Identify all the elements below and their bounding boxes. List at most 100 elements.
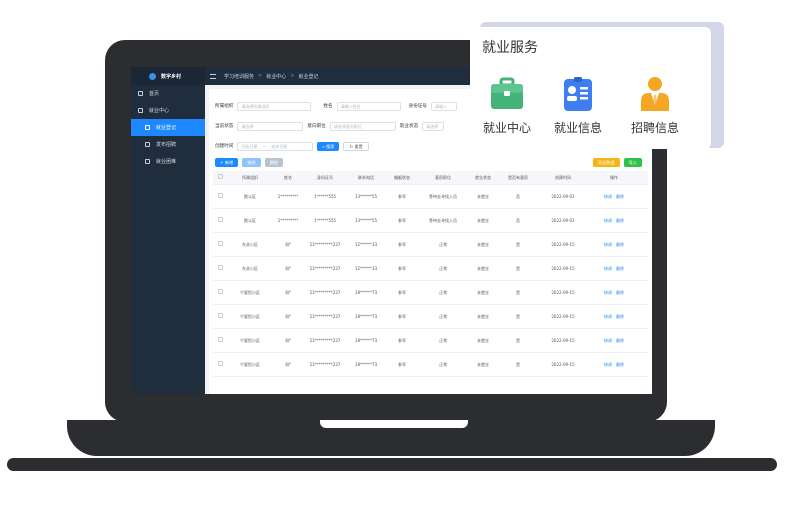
row-edit-link[interactable]: 修改 — [604, 218, 612, 223]
org-select[interactable]: 请选择所属组织 — [237, 101, 312, 111]
row-checkbox[interactable] — [217, 241, 223, 246]
table-row[interactable]: 颜义区 1********* 1******555 13******55 参军 等待去寻找… — [213, 209, 648, 233]
date-separator: ~ — [262, 143, 267, 149]
sidebar-item-label: 就业困难 — [156, 159, 177, 165]
select-all-checkbox[interactable] — [217, 174, 223, 179]
sidebar-item-home[interactable]: 首页 — [131, 85, 205, 102]
cell-name: 测* — [285, 337, 291, 343]
table-row[interactable]: 宁夏铝小区 测* 53*********237 18******73 参军 正常 未就业 是 2… — [213, 305, 648, 329]
row-delete-link[interactable]: 删除 — [616, 194, 624, 199]
sidebar-item-employment-difficulty[interactable]: 就业困难 — [131, 153, 205, 170]
breadcrumb-item[interactable]: 就业中心 — [266, 73, 286, 80]
reset-button[interactable]: ↻ 重置 — [343, 141, 369, 151]
edit-button[interactable]: 修改 — [242, 157, 261, 167]
table-row[interactable]: 颜义区 1********* 1******555 13******55 参军 等待去寻找… — [213, 185, 648, 209]
row-checkbox[interactable] — [217, 193, 223, 198]
row-delete-link[interactable]: 删除 — [616, 338, 624, 343]
cell-emp: 未就业 — [477, 313, 489, 319]
filter-row-3: 创建时间 开始日期 ~ 结束日期 ⌕ 搜索 ↻ 重置 — [215, 139, 373, 153]
cell-id: 53*********237 — [309, 337, 341, 343]
table-row[interactable]: 宁夏铝小区 测* 53*********237 18******73 参军 正常 未就业 是 2… — [213, 281, 648, 305]
column-header: 身份证号 — [317, 174, 333, 180]
breadcrumb-item: 就业登记 — [298, 73, 319, 80]
row-edit-link[interactable]: 修改 — [604, 362, 612, 367]
cell-intent: 正常 — [439, 337, 447, 343]
add-button[interactable]: + 新增 — [215, 157, 239, 167]
cell-will: 否 — [516, 193, 520, 199]
table-row[interactable]: 宁夏铝小区 测* 53*********237 18******73 参军 正常 未就业 是 2… — [213, 329, 648, 353]
row-select-cell — [213, 313, 227, 320]
sidebar-item-employment-register[interactable]: 就业登记 — [131, 119, 205, 136]
row-checkbox[interactable] — [217, 337, 223, 342]
cell-marital: 参军 — [398, 265, 406, 271]
service-recruitment-info[interactable]: 招聘信息 — [620, 75, 690, 136]
row-checkbox[interactable] — [217, 289, 223, 294]
cell-marital: 参军 — [398, 337, 406, 343]
table-row[interactable]: 东关小区 测* 53*********237 12******33 参军 正常 未就业 是 20… — [213, 257, 648, 281]
id-input[interactable]: 请输入 — [430, 101, 457, 111]
cell-name: 测* — [285, 361, 291, 367]
app-logo[interactable]: 数字乡村 — [131, 67, 205, 85]
sidebar-item-label: 发布招聘 — [156, 142, 177, 148]
breadcrumb-separator: > — [258, 73, 263, 79]
row-delete-link[interactable]: 删除 — [616, 242, 624, 247]
cell-actions: 修改 删除 — [589, 338, 639, 344]
service-employment-info[interactable]: 就业信息 — [543, 75, 613, 136]
service-label: 招聘信息 — [630, 121, 679, 135]
cell-phone: 18******73 — [354, 313, 378, 319]
reset-button-label: 重置 — [354, 143, 363, 149]
row-edit-link[interactable]: 修改 — [604, 194, 612, 199]
sidebar-item-employment-center[interactable]: 就业中心 — [131, 102, 205, 119]
row-delete-link[interactable]: 删除 — [616, 362, 624, 367]
filter-row-1: 所属组织 请选择所属组织 姓名 请输入姓名 身份证号 请输入 — [215, 99, 461, 113]
row-checkbox[interactable] — [217, 361, 223, 366]
import-button[interactable]: 导入 — [623, 157, 642, 167]
cell-created: 2022-09-15 — [551, 265, 575, 271]
emp-status-select[interactable]: 请选择 — [422, 121, 445, 131]
row-edit-link[interactable]: 修改 — [604, 338, 612, 343]
export-button[interactable]: 导出数据 — [592, 157, 620, 167]
row-edit-link[interactable]: 修改 — [604, 290, 612, 295]
cell-intent: 正常 — [439, 265, 447, 271]
column-header: 意愿职位 — [435, 174, 451, 180]
column-header: 婚姻状态 — [394, 174, 410, 180]
date-range-input[interactable]: 开始日期 ~ 结束日期 — [237, 141, 314, 151]
briefcase-icon — [491, 77, 523, 109]
sidebar-item-post-job[interactable]: 发布招聘 — [131, 136, 205, 153]
row-delete-link[interactable]: 删除 — [616, 266, 624, 271]
row-edit-link[interactable]: 修改 — [604, 242, 612, 247]
row-checkbox[interactable] — [217, 217, 223, 222]
cell-actions: 修改 删除 — [589, 194, 639, 200]
row-edit-link[interactable]: 修改 — [604, 266, 612, 271]
search-button[interactable]: ⌕ 搜索 — [317, 141, 340, 151]
breadcrumb-item[interactable]: 学习培训服务 — [224, 73, 254, 80]
intent-select[interactable]: 请选择意向职位 — [329, 121, 396, 131]
post-icon — [145, 142, 150, 147]
delete-button[interactable]: 删除 — [264, 157, 283, 167]
cell-org: 宁夏铝小区 — [240, 361, 260, 367]
row-delete-link[interactable]: 删除 — [616, 218, 624, 223]
row-checkbox[interactable] — [217, 265, 223, 270]
cell-created: 2022-09-01 — [551, 193, 575, 199]
row-delete-link[interactable]: 删除 — [616, 290, 624, 295]
row-delete-link[interactable]: 删除 — [616, 314, 624, 319]
table-row[interactable]: 东关小区 测* 53*********237 12******33 参军 正常 未就业 是 20… — [213, 233, 648, 257]
column-header: 姓名 — [284, 174, 292, 180]
breadcrumb-separator: > — [290, 73, 295, 79]
row-edit-link[interactable]: 修改 — [604, 314, 612, 319]
row-select-cell — [213, 289, 227, 296]
created-time-label: 创建时间 — [215, 144, 234, 149]
cell-marital: 参军 — [398, 289, 406, 295]
service-employment-center[interactable]: 就业中心 — [472, 75, 542, 136]
cell-created: 2022-09-15 — [551, 289, 575, 295]
table-header: 所属组织 姓名 身份证号 联系电话 婚姻状态 意愿职位 就业状态 是否有意愿 创建时间 操作 — [213, 171, 648, 185]
toolbar: + 新增 修改 删除 导出数据 导入 — [215, 155, 646, 169]
row-checkbox[interactable] — [217, 313, 223, 318]
menu-toggle-icon[interactable] — [210, 73, 216, 79]
cell-emp: 未就业 — [477, 337, 489, 343]
table-row[interactable]: 宁夏铝小区 测* 53*********237 18******73 参军 正常 未就业 是 2… — [213, 353, 648, 377]
cell-name: 测* — [285, 265, 291, 271]
name-input[interactable]: 请输入姓名 — [336, 101, 401, 111]
current-status-label: 当前状态 — [215, 124, 234, 129]
current-status-select[interactable]: 请选择 — [237, 121, 304, 131]
